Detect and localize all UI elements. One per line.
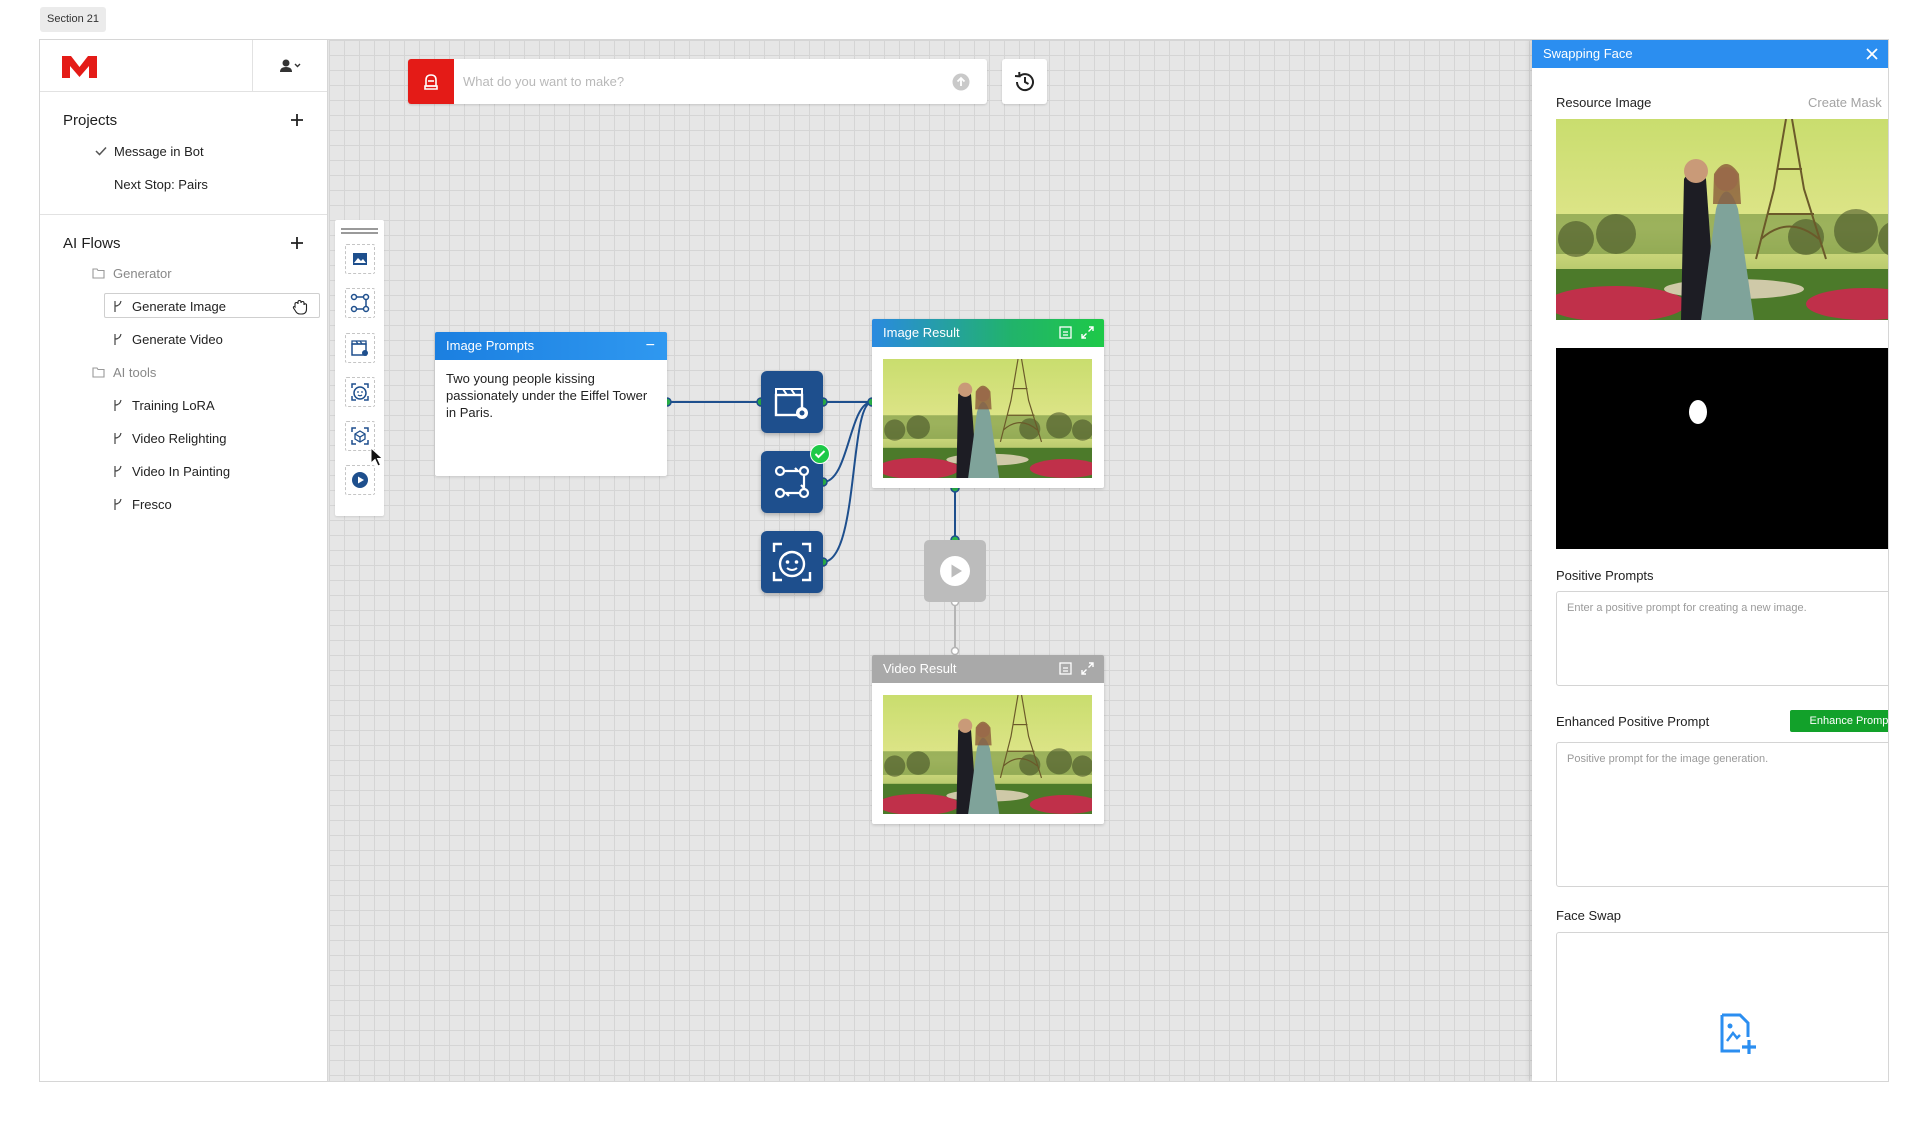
- prompt-text: Two young people kissing passionately un…: [446, 371, 648, 420]
- project-item-message-in-bot[interactable]: Message in Bot: [40, 136, 327, 169]
- resource-image-label: Resource Image: [1556, 95, 1652, 110]
- section-tag: Section 21: [40, 7, 106, 32]
- branch-icon: [114, 498, 122, 510]
- node-title: Image Result: [883, 325, 960, 340]
- flow-label: Training LoRA: [132, 398, 215, 413]
- node-header[interactable]: Image Result: [872, 319, 1104, 347]
- sidebar: Projects Message in Bot Next Stop: Pairs…: [40, 40, 328, 1081]
- flow-canvas[interactable]: Image Prompts − Two young people kissing…: [329, 40, 1532, 1081]
- collapse-icon[interactable]: −: [646, 332, 655, 360]
- expand-icon[interactable]: [1081, 662, 1094, 675]
- video-settings-icon: [774, 388, 808, 419]
- create-mask-link[interactable]: Create Mask: [1808, 95, 1882, 110]
- video-settings-node[interactable]: [761, 371, 823, 433]
- folder-label: AI tools: [113, 365, 157, 380]
- image-prompts-node[interactable]: Image Prompts − Two young people kissing…: [435, 332, 667, 476]
- project-label: Message in Bot: [114, 144, 204, 159]
- flow-nodes-icon: [774, 465, 810, 499]
- success-check-icon: [810, 444, 830, 464]
- enhanced-prompt-label: Enhanced Positive Prompt: [1556, 714, 1710, 729]
- expand-icon[interactable]: [1081, 326, 1094, 339]
- flow-item-video-in-painting[interactable]: Video In Painting: [40, 455, 327, 488]
- resource-image[interactable]: [1556, 119, 1889, 320]
- play-icon: [940, 556, 970, 586]
- ai-flows-title: AI Flows: [63, 235, 121, 252]
- node-header[interactable]: Video Result: [872, 655, 1104, 683]
- node-title: Video Result: [883, 661, 957, 676]
- save-image-icon[interactable]: [1059, 326, 1072, 339]
- branch-icon: [114, 465, 122, 477]
- flow-item-fresco[interactable]: Fresco: [40, 488, 327, 521]
- branch-icon: [114, 333, 122, 345]
- result-image: [883, 359, 1092, 478]
- projects-header: Projects: [40, 108, 327, 132]
- user-menu-button[interactable]: [252, 40, 328, 92]
- sidebar-header: [40, 40, 327, 92]
- image-result-node[interactable]: Image Result: [872, 319, 1104, 488]
- add-flow-icon[interactable]: [288, 234, 306, 252]
- panel-title: Swapping Face: [1543, 46, 1633, 61]
- divider: [40, 214, 327, 215]
- folder-ai-tools[interactable]: AI tools: [40, 356, 327, 389]
- enhance-prompt-button[interactable]: Enhance Prompt: [1790, 710, 1888, 732]
- add-image-file-icon[interactable]: [1718, 1013, 1758, 1055]
- face-swap-label: Face Swap: [1556, 908, 1622, 923]
- grab-hand-icon: [292, 299, 308, 315]
- project-label: Next Stop: Pairs: [114, 177, 208, 192]
- folder-icon: [92, 268, 105, 279]
- flow-label: Fresco: [132, 497, 172, 512]
- render-video-node[interactable]: [924, 540, 986, 602]
- face-swap-dropzone[interactable]: [1556, 932, 1888, 1081]
- panel-header: Swapping Face: [1532, 40, 1888, 68]
- app-frame: Projects Message in Bot Next Stop: Pairs…: [39, 39, 1889, 1082]
- flow-label: Video In Painting: [132, 464, 231, 479]
- flow-label: Generate Video: [132, 332, 223, 347]
- mask-image[interactable]: [1556, 348, 1888, 549]
- flow-label: Generate Image: [132, 299, 226, 314]
- node-title: Image Prompts: [446, 338, 535, 353]
- flow-item-generate-image[interactable]: Generate Image: [40, 290, 327, 323]
- flow-item-generate-video[interactable]: Generate Video: [40, 323, 327, 356]
- user-icon: [279, 59, 300, 72]
- result-video-thumbnail: [883, 695, 1092, 814]
- video-result-node[interactable]: Video Result: [872, 655, 1104, 824]
- add-project-icon[interactable]: [288, 111, 306, 129]
- flow-label: Video Relighting: [132, 431, 227, 446]
- branch-icon: [114, 300, 122, 312]
- flow-item-training-lora[interactable]: Training LoRA: [40, 389, 327, 422]
- brand-logo: [62, 56, 97, 78]
- folder-label: Generator: [113, 266, 172, 281]
- branch-icon: [114, 432, 122, 444]
- project-item-next-stop[interactable]: Next Stop: Pairs: [40, 169, 327, 202]
- ai-flows-header: AI Flows: [40, 231, 327, 255]
- swapping-face-panel: Swapping Face Resource Image Create Mask…: [1532, 40, 1889, 1081]
- face-icon: [772, 542, 812, 582]
- enhanced-prompt-field[interactable]: [1556, 742, 1888, 887]
- branch-icon: [114, 399, 122, 411]
- face-swap-node[interactable]: [761, 531, 823, 593]
- projects-title: Projects: [63, 112, 118, 129]
- folder-icon: [92, 367, 105, 378]
- positive-prompts-label: Positive Prompts: [1556, 568, 1654, 583]
- flow-item-video-relighting[interactable]: Video Relighting: [40, 422, 327, 455]
- positive-prompt-field[interactable]: [1556, 591, 1888, 686]
- folder-generator[interactable]: Generator: [40, 257, 327, 290]
- close-icon[interactable]: [1866, 48, 1878, 60]
- check-icon: [95, 146, 107, 156]
- save-image-icon[interactable]: [1059, 662, 1072, 675]
- node-header[interactable]: Image Prompts −: [435, 332, 667, 360]
